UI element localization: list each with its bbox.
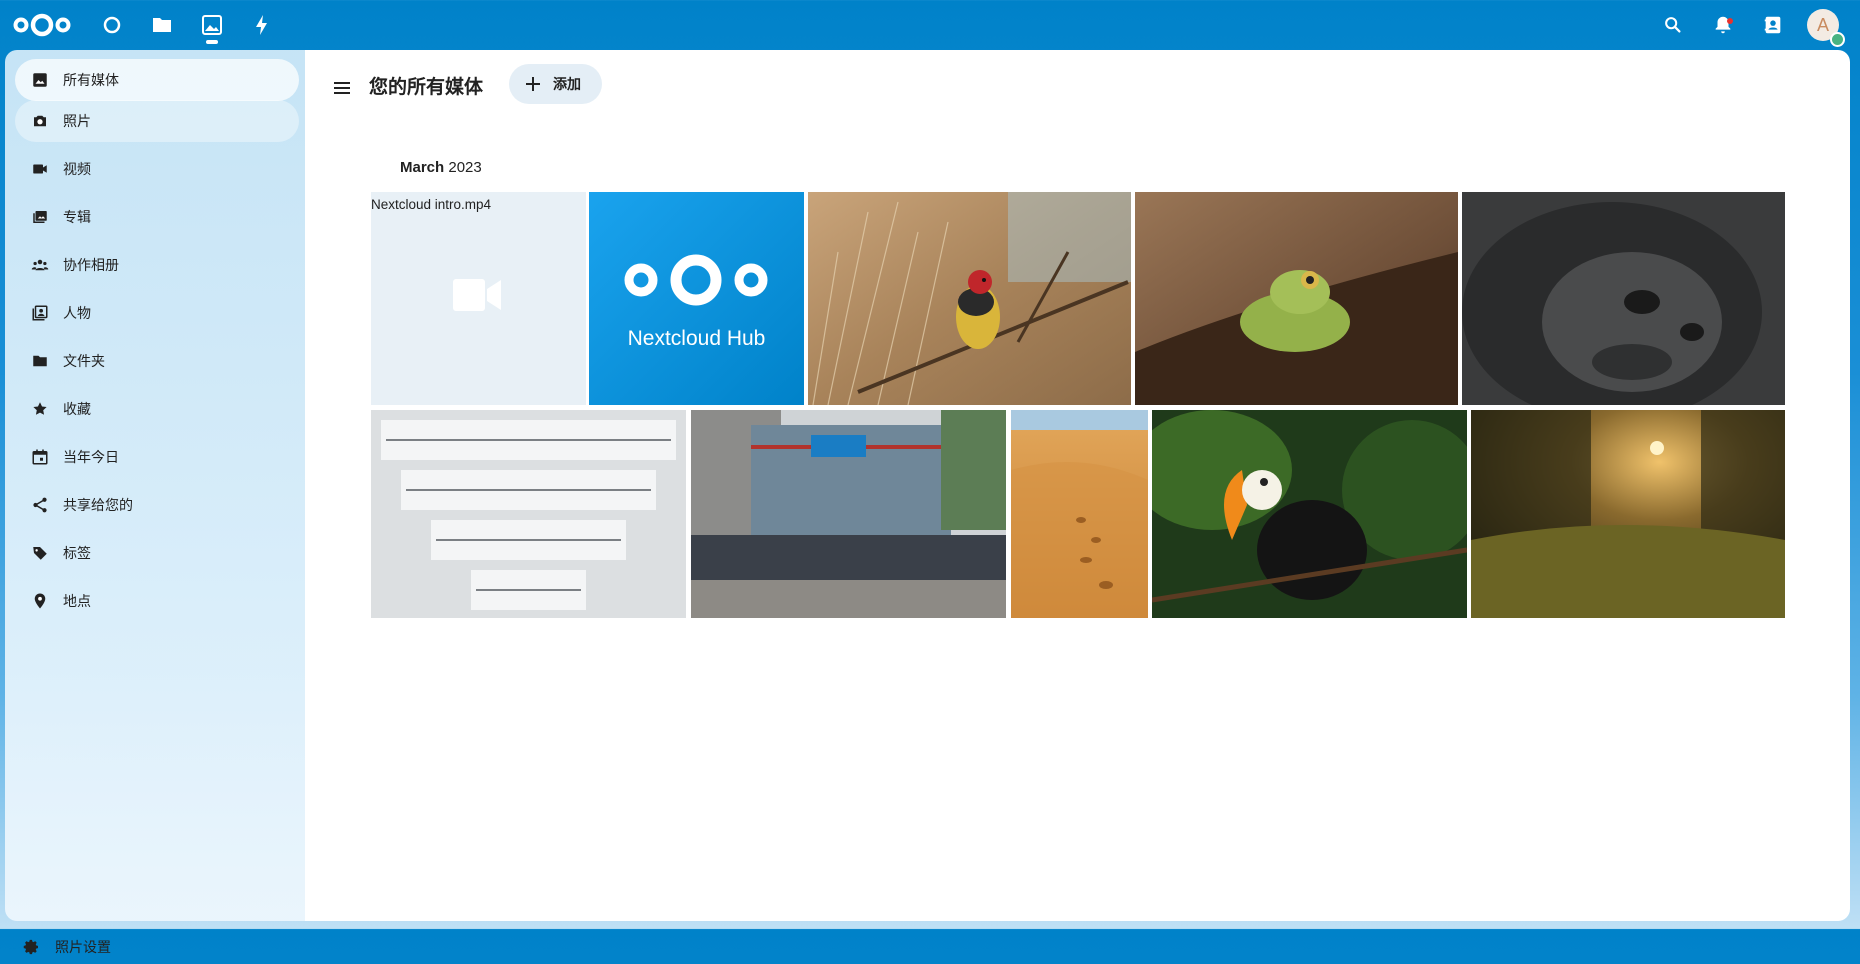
section-month: March bbox=[400, 159, 445, 176]
sidebar-item-label: 文件夹 bbox=[63, 354, 105, 370]
photo-toucan[interactable] bbox=[1152, 410, 1467, 618]
sidebar-item-people[interactable]: 人物 bbox=[15, 292, 299, 334]
folder-icon bbox=[29, 350, 51, 372]
sidebar-item-label: 共享给您的 bbox=[63, 498, 133, 514]
bell-icon[interactable] bbox=[1712, 14, 1736, 38]
tag-icon bbox=[29, 542, 51, 564]
video-filename: Nextcloud intro.mp4 bbox=[371, 197, 492, 212]
settings-label: 照片设置 bbox=[55, 940, 111, 956]
person-icon bbox=[29, 302, 51, 324]
sidebar-item-label: 收藏 bbox=[63, 402, 91, 418]
hub-caption: Nextcloud Hub bbox=[627, 327, 766, 350]
share-icon bbox=[29, 494, 51, 516]
search-icon[interactable] bbox=[1662, 14, 1686, 38]
people-icon bbox=[29, 254, 51, 276]
sidebar-item-label: 地点 bbox=[63, 594, 91, 610]
sidebar-item-shared-with-you[interactable]: 共享给您的 bbox=[15, 484, 299, 526]
image-icon bbox=[29, 69, 51, 91]
sidebar-item-label: 视频 bbox=[63, 162, 91, 178]
sidebar-item-label: 当年今日 bbox=[63, 450, 119, 466]
photos-app-icon[interactable] bbox=[200, 13, 224, 37]
sidebar-item-label: 专辑 bbox=[63, 210, 91, 226]
sidebar-item-label: 标签 bbox=[63, 546, 91, 562]
photo-frog[interactable] bbox=[1135, 192, 1458, 405]
notification-badge bbox=[1727, 18, 1733, 24]
camera-icon bbox=[29, 110, 51, 132]
page-title: 您的所有媒体 bbox=[369, 76, 484, 98]
status-online-badge bbox=[1830, 32, 1845, 47]
month-section-header: March 2023 bbox=[400, 159, 482, 176]
sidebar-item-shared-albums[interactable]: 协作相册 bbox=[15, 244, 299, 286]
sidebar-item-photos[interactable]: 照片 bbox=[15, 100, 299, 142]
plus-icon bbox=[526, 77, 540, 91]
gear-icon bbox=[21, 936, 43, 958]
sidebar-item-albums[interactable]: 专辑 bbox=[15, 196, 299, 238]
sidebar-item-label: 人物 bbox=[63, 306, 91, 322]
section-year: 2023 bbox=[448, 159, 482, 176]
top-bar: A bbox=[0, 0, 1860, 50]
activity-app-icon[interactable] bbox=[250, 13, 274, 37]
photos-settings-button[interactable]: 照片设置 bbox=[15, 930, 299, 964]
album-icon bbox=[29, 206, 51, 228]
active-app-indicator bbox=[206, 40, 218, 44]
main-content: 您的所有媒体 添加 March 2023 Nextcloud intro.mp4… bbox=[305, 50, 1850, 921]
nextcloud-hub-thumbnail[interactable]: Nextcloud Hub bbox=[589, 192, 804, 405]
contacts-icon[interactable] bbox=[1762, 14, 1786, 38]
video-icon bbox=[29, 158, 51, 180]
photo-team[interactable] bbox=[691, 410, 1006, 618]
sidebar-item-all-media[interactable]: 所有媒体 bbox=[15, 59, 299, 101]
photo-gorilla[interactable] bbox=[1462, 192, 1785, 405]
hamburger-icon bbox=[334, 82, 350, 94]
video-camera-icon bbox=[453, 279, 501, 311]
sidebar-item-favorites[interactable]: 收藏 bbox=[15, 388, 299, 430]
nextcloud-logo-icon bbox=[624, 254, 768, 306]
sidebar-item-on-this-day[interactable]: 当年今日 bbox=[15, 436, 299, 478]
files-app-icon[interactable] bbox=[150, 13, 174, 37]
menu-toggle-button[interactable] bbox=[325, 71, 359, 105]
video-tile[interactable]: Nextcloud intro.mp4 bbox=[371, 192, 586, 405]
calendar-icon bbox=[29, 446, 51, 468]
sidebar-item-label: 照片 bbox=[63, 114, 91, 130]
add-button[interactable]: 添加 bbox=[509, 64, 602, 104]
photo-vineyard[interactable] bbox=[1471, 410, 1785, 618]
photo-desert[interactable] bbox=[1011, 410, 1148, 618]
sidebar-item-label: 所有媒体 bbox=[63, 73, 119, 89]
sidebar-item-label: 协作相册 bbox=[63, 258, 119, 274]
sidebar-item-folders[interactable]: 文件夹 bbox=[15, 340, 299, 382]
dashboard-app-icon[interactable] bbox=[100, 13, 124, 37]
photo-bird[interactable] bbox=[808, 192, 1131, 405]
photo-library[interactable] bbox=[371, 410, 686, 618]
map-marker-icon bbox=[29, 590, 51, 612]
navigation-sidebar: 所有媒体 照片 视频 专辑 协作相册 人物 文件夹 收藏 当年今日 共享给您的 … bbox=[5, 50, 305, 956]
nextcloud-logo-icon[interactable] bbox=[12, 12, 72, 38]
sidebar-item-videos[interactable]: 视频 bbox=[15, 148, 299, 190]
add-button-label: 添加 bbox=[553, 77, 581, 93]
sidebar-item-places[interactable]: 地点 bbox=[15, 580, 299, 622]
sidebar-item-tags[interactable]: 标签 bbox=[15, 532, 299, 574]
star-icon bbox=[29, 398, 51, 420]
